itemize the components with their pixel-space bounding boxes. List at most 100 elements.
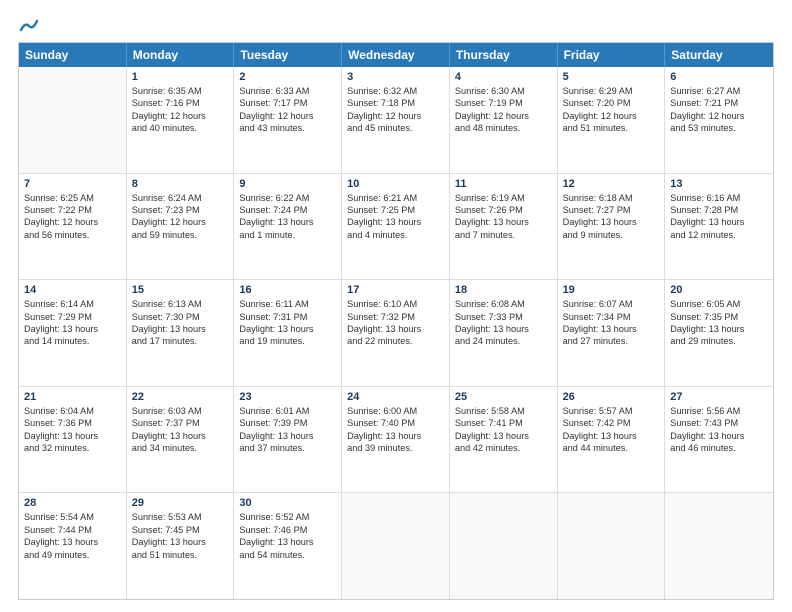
day-number: 19	[563, 284, 660, 296]
calendar-cell: 14Sunrise: 6:14 AMSunset: 7:29 PMDayligh…	[19, 280, 127, 386]
calendar-cell	[342, 493, 450, 599]
daylight-text-1: Daylight: 12 hours	[670, 110, 768, 122]
day-number: 11	[455, 178, 552, 190]
daylight-text-1: Daylight: 13 hours	[670, 430, 768, 442]
logo	[18, 18, 39, 32]
calendar-cell: 29Sunrise: 5:53 AMSunset: 7:45 PMDayligh…	[127, 493, 235, 599]
calendar-row-5: 28Sunrise: 5:54 AMSunset: 7:44 PMDayligh…	[19, 493, 773, 599]
daylight-text-1: Daylight: 13 hours	[347, 216, 444, 228]
calendar-cell: 20Sunrise: 6:05 AMSunset: 7:35 PMDayligh…	[665, 280, 773, 386]
sunset-text: Sunset: 7:23 PM	[132, 204, 229, 216]
day-number: 23	[239, 391, 336, 403]
sunset-text: Sunset: 7:35 PM	[670, 311, 768, 323]
daylight-text-2: and 17 minutes.	[132, 335, 229, 347]
daylight-text-1: Daylight: 13 hours	[239, 430, 336, 442]
day-number: 9	[239, 178, 336, 190]
day-number: 8	[132, 178, 229, 190]
sunset-text: Sunset: 7:21 PM	[670, 97, 768, 109]
sunrise-text: Sunrise: 6:18 AM	[563, 192, 660, 204]
sunrise-text: Sunrise: 6:29 AM	[563, 85, 660, 97]
calendar-cell: 4Sunrise: 6:30 AMSunset: 7:19 PMDaylight…	[450, 67, 558, 173]
calendar-cell: 8 Sunrise: 6:24 AMSunset: 7:23 PMDaylight…	[127, 174, 235, 280]
daylight-text-1: Daylight: 13 hours	[132, 323, 229, 335]
day-number: 29	[132, 497, 229, 509]
day-number: 25	[455, 391, 552, 403]
day-number: 18	[455, 284, 552, 296]
calendar-cell: 15Sunrise: 6:13 AMSunset: 7:30 PMDayligh…	[127, 280, 235, 386]
day-number: 7	[24, 178, 121, 190]
sunrise-text: Sunrise: 6:04 AM	[24, 405, 121, 417]
sunset-text: Sunset: 7:45 PM	[132, 524, 229, 536]
daylight-text-1: Daylight: 12 hours	[132, 110, 229, 122]
daylight-text-1: Daylight: 13 hours	[239, 216, 336, 228]
calendar-cell: 6Sunrise: 6:27 AMSunset: 7:21 PMDaylight…	[665, 67, 773, 173]
day-number: 22	[132, 391, 229, 403]
daylight-text-2: and 51 minutes.	[132, 549, 229, 561]
sunset-text: Sunset: 7:41 PM	[455, 417, 552, 429]
sunset-text: Sunset: 7:36 PM	[24, 417, 121, 429]
sunset-text: Sunset: 7:19 PM	[455, 97, 552, 109]
daylight-text-1: Daylight: 13 hours	[24, 536, 121, 548]
day-number: 2	[239, 71, 336, 83]
sunset-text: Sunset: 7:27 PM	[563, 204, 660, 216]
daylight-text-1: Daylight: 12 hours	[563, 110, 660, 122]
daylight-text-2: and 46 minutes.	[670, 442, 768, 454]
sunset-text: Sunset: 7:37 PM	[132, 417, 229, 429]
daylight-text-1: Daylight: 13 hours	[239, 536, 336, 548]
calendar-header: SundayMondayTuesdayWednesdayThursdayFrid…	[19, 43, 773, 67]
sunrise-text: Sunrise: 6:24 AM	[132, 192, 229, 204]
daylight-text-1: Daylight: 13 hours	[563, 216, 660, 228]
weekday-header-friday: Friday	[558, 43, 666, 67]
sunset-text: Sunset: 7:20 PM	[563, 97, 660, 109]
sunset-text: Sunset: 7:40 PM	[347, 417, 444, 429]
sunrise-text: Sunrise: 6:21 AM	[347, 192, 444, 204]
day-number: 20	[670, 284, 768, 296]
sunrise-text: Sunrise: 5:57 AM	[563, 405, 660, 417]
weekday-header-sunday: Sunday	[19, 43, 127, 67]
calendar: SundayMondayTuesdayWednesdayThursdayFrid…	[18, 42, 774, 600]
daylight-text-1: Daylight: 13 hours	[670, 323, 768, 335]
day-number: 30	[239, 497, 336, 509]
daylight-text-2: and 59 minutes.	[132, 229, 229, 241]
daylight-text-1: Daylight: 13 hours	[455, 430, 552, 442]
sunrise-text: Sunrise: 6:01 AM	[239, 405, 336, 417]
calendar-cell: 18Sunrise: 6:08 AMSunset: 7:33 PMDayligh…	[450, 280, 558, 386]
daylight-text-1: Daylight: 13 hours	[563, 323, 660, 335]
daylight-text-2: and 24 minutes.	[455, 335, 552, 347]
calendar-cell: 12Sunrise: 6:18 AMSunset: 7:27 PMDayligh…	[558, 174, 666, 280]
calendar-cell: 24Sunrise: 6:00 AMSunset: 7:40 PMDayligh…	[342, 387, 450, 493]
sunset-text: Sunset: 7:22 PM	[24, 204, 121, 216]
daylight-text-2: and 40 minutes.	[132, 122, 229, 134]
sunrise-text: Sunrise: 6:30 AM	[455, 85, 552, 97]
day-number: 5	[563, 71, 660, 83]
daylight-text-1: Daylight: 13 hours	[132, 536, 229, 548]
daylight-text-1: Daylight: 12 hours	[347, 110, 444, 122]
sunset-text: Sunset: 7:24 PM	[239, 204, 336, 216]
calendar-cell: 17Sunrise: 6:10 AMSunset: 7:32 PMDayligh…	[342, 280, 450, 386]
day-number: 10	[347, 178, 444, 190]
daylight-text-1: Daylight: 12 hours	[132, 216, 229, 228]
logo-wave-icon	[19, 18, 39, 36]
calendar-cell: 21Sunrise: 6:04 AMSunset: 7:36 PMDayligh…	[19, 387, 127, 493]
sunset-text: Sunset: 7:16 PM	[132, 97, 229, 109]
daylight-text-1: Daylight: 12 hours	[455, 110, 552, 122]
calendar-cell: 10 Sunrise: 6:21 AMSunset: 7:25 PMDayligh…	[342, 174, 450, 280]
weekday-header-saturday: Saturday	[665, 43, 773, 67]
daylight-text-1: Daylight: 13 hours	[239, 323, 336, 335]
calendar-cell: 2Sunrise: 6:33 AMSunset: 7:17 PMDaylight…	[234, 67, 342, 173]
calendar-row-4: 21Sunrise: 6:04 AMSunset: 7:36 PMDayligh…	[19, 387, 773, 494]
sunrise-text: Sunrise: 6:32 AM	[347, 85, 444, 97]
daylight-text-2: and 56 minutes.	[24, 229, 121, 241]
day-number: 14	[24, 284, 121, 296]
sunset-text: Sunset: 7:29 PM	[24, 311, 121, 323]
calendar-cell	[19, 67, 127, 173]
sunset-text: Sunset: 7:25 PM	[347, 204, 444, 216]
sunrise-text: Sunrise: 6:10 AM	[347, 298, 444, 310]
sunset-text: Sunset: 7:28 PM	[670, 204, 768, 216]
day-number: 6	[670, 71, 768, 83]
calendar-cell: 5 Sunrise: 6:29 AMSunset: 7:20 PMDaylight…	[558, 67, 666, 173]
sunset-text: Sunset: 7:30 PM	[132, 311, 229, 323]
daylight-text-1: Daylight: 13 hours	[132, 430, 229, 442]
daylight-text-2: and 14 minutes.	[24, 335, 121, 347]
sunset-text: Sunset: 7:26 PM	[455, 204, 552, 216]
